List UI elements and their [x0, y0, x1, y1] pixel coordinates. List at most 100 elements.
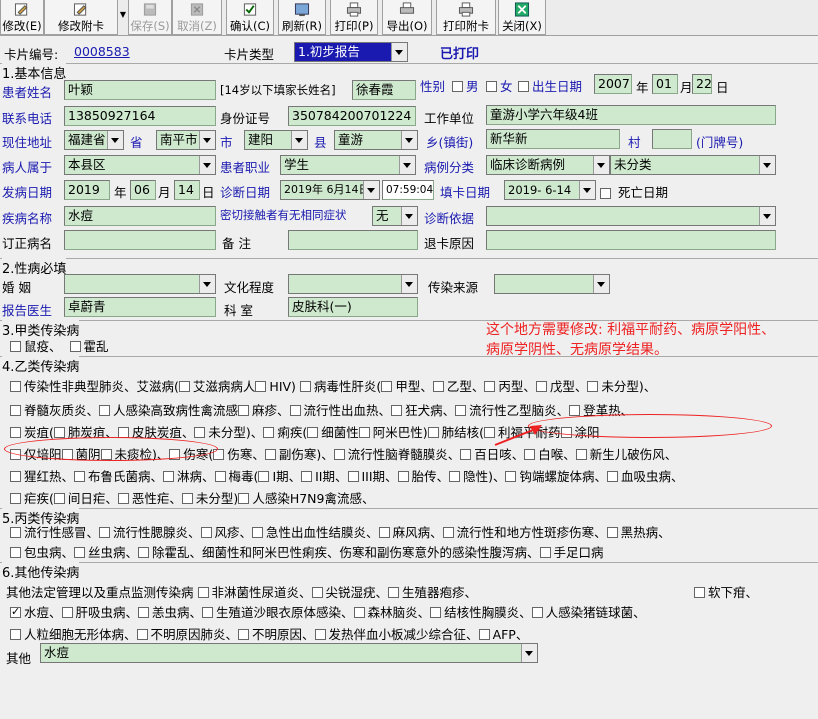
work-field[interactable]: 童游小学六年级4班 [486, 105, 776, 125]
falciparum-checkbox[interactable]: 恶性疟、 [117, 491, 182, 506]
hep-a-checkbox[interactable]: 甲型、 [381, 379, 433, 394]
polio-checkbox[interactable]: 脊髓灰质炎、 [10, 403, 99, 418]
scrub-typhus-checkbox[interactable]: 恙虫病、 [138, 605, 202, 620]
meningitis-checkbox[interactable]: 流行性脑脊髓膜炎、 [333, 447, 460, 462]
dept-field[interactable]: 皮肤科(一) [288, 297, 418, 317]
typhoid-sub-checkbox[interactable]: 伤寒、 [213, 447, 265, 462]
malaria-unknown-checkbox[interactable]: 未分型) [181, 491, 238, 506]
je-checkbox[interactable]: 流行性乙型脑炎、 [455, 403, 569, 418]
filariasis-checkbox[interactable]: 丝虫病、 [74, 545, 138, 560]
anthrax-checkbox[interactable]: 炭疽( [10, 425, 54, 440]
job-select[interactable]: 学生 [280, 155, 416, 175]
scarlet-checkbox[interactable]: 猩红热、 [10, 469, 74, 484]
diarrhea-checkbox[interactable]: 除霍乱、细菌性和阿米巴性痢疾、伤寒和副伤寒意外的感染性腹泻病、 [138, 545, 540, 560]
death-checkbox[interactable] [600, 186, 614, 201]
belong-select[interactable]: 本县区 [64, 155, 216, 175]
province-select[interactable]: 福建省 [64, 130, 124, 150]
cholera-checkbox[interactable]: 霍乱 [69, 339, 109, 354]
toolbar-dropdown[interactable]: ▼ [118, 0, 128, 35]
hepatitis-checkbox[interactable]: 病毒性肝炎( [299, 379, 381, 394]
birth-month-field[interactable]: 01 [652, 74, 678, 94]
hep-e-checkbox[interactable]: 戊型、 [535, 379, 587, 394]
plague-checkbox[interactable]: 鼠疫、 [10, 339, 62, 354]
anthrax-unknown-checkbox[interactable]: 未分型)、 [194, 425, 263, 440]
malaria-checkbox[interactable]: 疟疾( [10, 491, 54, 506]
onset-day-field[interactable]: 14 [174, 180, 200, 200]
edit-button[interactable]: 修改(E) [0, 0, 44, 35]
chlamydia-checkbox[interactable]: 生殖道沙眼衣原体感染、 [202, 605, 354, 620]
avian-flu-checkbox[interactable]: 人感染高致病性禽流感 [99, 403, 238, 418]
card-type-select[interactable]: 1.初步报告 [294, 42, 408, 62]
forest-enceph-checkbox[interactable]: 森林脑炎、 [353, 605, 430, 620]
amoebic-checkbox[interactable]: 阿米巴性) [358, 425, 428, 440]
disease-field[interactable]: 水痘 [64, 206, 216, 226]
marriage-select[interactable] [64, 274, 216, 294]
bacterial-checkbox[interactable]: 细菌性 [307, 425, 359, 440]
tb-checkbox[interactable]: 肺结核( [427, 425, 484, 440]
town-select[interactable]: 童游 [334, 130, 418, 150]
hfmd-checkbox[interactable]: 手足口病 [539, 545, 604, 560]
rabies-checkbox[interactable]: 狂犬病、 [391, 403, 455, 418]
basis-select[interactable] [486, 206, 776, 226]
gonorrhea-checkbox[interactable]: 淋病、 [163, 469, 215, 484]
save-button[interactable]: 保存(S) [128, 0, 172, 35]
doctor-field[interactable]: 卓蔚青 [64, 297, 216, 317]
hfrs-checkbox[interactable]: 流行性出血热、 [289, 403, 391, 418]
varicella-checkbox[interactable]: 水痘、 [10, 605, 62, 620]
fill-date-select[interactable]: 2019- 6-14 [504, 180, 596, 200]
syph-fetal-checkbox[interactable]: 胎传、 [397, 469, 449, 484]
cancel-button[interactable]: 取消(Z) [172, 0, 222, 35]
syph-1-checkbox[interactable]: I期、 [258, 469, 301, 484]
syphilis-checkbox[interactable]: 梅毒( [214, 469, 258, 484]
syph-latent-checkbox[interactable]: 隐性)、 [449, 469, 505, 484]
case-subtype-select[interactable]: 未分类 [610, 155, 776, 175]
birth-checkbox[interactable]: 出生日期 [518, 76, 582, 95]
h7n9-checkbox[interactable]: 人感染H7N9禽流感、 [238, 491, 374, 506]
echinococcosis-checkbox[interactable]: 包虫病、 [10, 545, 74, 560]
print-button[interactable]: 打印(P) [330, 0, 378, 35]
source-select[interactable] [494, 274, 610, 294]
guardian-field[interactable]: 徐春霞 [352, 80, 416, 100]
strep-suis-checkbox[interactable]: 人感染猪链球菌、 [531, 605, 646, 620]
sars-checkbox[interactable]: 传染性非典型肺炎、 [10, 379, 137, 394]
id-field[interactable]: 350784200701224 [288, 106, 416, 126]
syph-3-checkbox[interactable]: III期、 [347, 469, 398, 484]
hep-c-checkbox[interactable]: 丙型、 [484, 379, 536, 394]
city-select[interactable]: 南平市 [156, 130, 216, 150]
birth-day-field[interactable]: 22 [692, 74, 712, 94]
county-select[interactable]: 建阳 [244, 130, 308, 150]
case-select[interactable]: 临床诊断病例 [486, 155, 610, 175]
schisto-checkbox[interactable]: 血吸虫病、 [606, 469, 684, 484]
print-attach-button[interactable]: 打印附卡 [436, 0, 496, 35]
export-button[interactable]: 导出(O) [382, 0, 432, 35]
brucellosis-checkbox[interactable]: 布鲁氏菌病、 [74, 469, 163, 484]
condyloma-checkbox[interactable]: 尖锐湿疣、 [311, 585, 388, 600]
onset-month-field[interactable]: 06 [130, 180, 156, 200]
contact-select[interactable]: 无 [372, 206, 418, 226]
measles-checkbox[interactable]: 麻疹、 [238, 403, 290, 418]
close-button[interactable]: 关闭(X) [498, 0, 546, 35]
chancroid-checkbox[interactable]: 软下疳、 [694, 582, 758, 601]
vivax-checkbox[interactable]: 间日疟、 [53, 491, 118, 506]
diag-date-select[interactable]: 2019年 6月14日 [280, 180, 380, 200]
refresh-button[interactable]: 刷新(R) [278, 0, 326, 35]
hep-unknown-checkbox[interactable]: 未分型)、 [587, 379, 656, 394]
onset-year-field[interactable]: 2019 [64, 180, 110, 200]
phone-field[interactable]: 13850927164 [64, 106, 216, 126]
hiv-checkbox[interactable]: HIV) [255, 379, 296, 394]
paratyphoid-checkbox[interactable]: 副伤寒)、 [264, 447, 334, 462]
birth-year-field[interactable]: 2007 [594, 74, 632, 94]
village-field[interactable]: 新华新 [486, 129, 620, 149]
kala-azar-checkbox[interactable]: 黑热病、 [606, 525, 671, 540]
unknown-cause-checkbox[interactable]: 不明原因、 [238, 627, 315, 642]
dysentery-checkbox[interactable]: 痢疾( [263, 425, 307, 440]
unknown-pneumonia-checkbox[interactable]: 不明原因肺炎、 [136, 627, 238, 642]
flu-checkbox[interactable]: 流行性感冒、 [10, 525, 99, 540]
patient-name-field[interactable]: 叶颖 [64, 80, 216, 100]
conjunctivitis-checkbox[interactable]: 急性出血性结膜炎、 [252, 525, 379, 540]
revise-field[interactable] [64, 230, 216, 250]
other-select[interactable]: 水痘 [40, 643, 538, 663]
hga-checkbox[interactable]: 人粒细胞无形体病、 [10, 627, 137, 642]
education-select[interactable] [288, 274, 418, 294]
herpes-checkbox[interactable]: 生殖器疱疹、 [388, 585, 477, 600]
